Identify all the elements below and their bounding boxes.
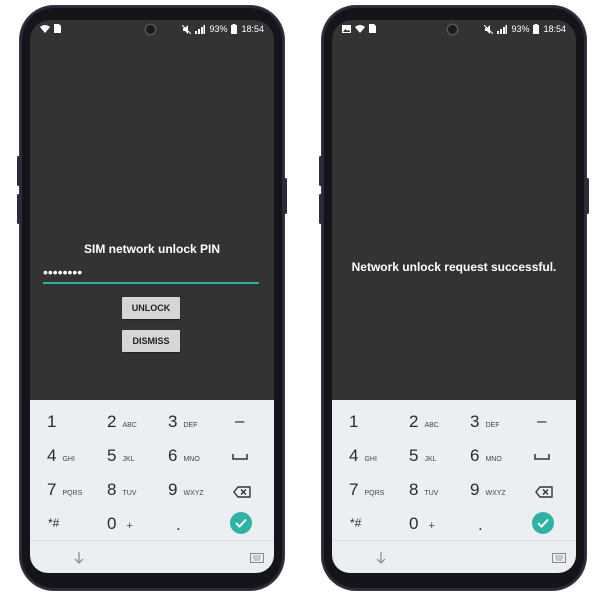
image-icon [342,24,351,33]
status-bar: 93% 18:54 [30,20,274,40]
key-7[interactable]: 7 PQRS [47,480,82,500]
volume-down-button [319,194,322,224]
mute-icon [182,24,192,34]
unlock-button[interactable]: UNLOCK [122,297,180,319]
key-2[interactable]: 2 ABC [409,412,439,432]
navigation-bar [332,540,576,573]
key-3[interactable]: 3 DEF [470,412,499,432]
key-backspace[interactable] [233,486,251,498]
status-bar: 93% 18:54 [332,20,576,40]
pin-input[interactable]: •••••••• [43,264,259,284]
volume-up-button [319,156,322,186]
done-button[interactable] [230,512,252,534]
key-space[interactable] [534,454,550,460]
clock: 18:54 [241,24,264,34]
dialog-title: SIM network unlock PIN [83,242,221,256]
check-icon [537,518,549,528]
done-button[interactable] [532,512,554,534]
sim-icon [54,24,61,33]
numeric-keypad: 1 2 ABC 3 DEF – 4 GHI 5 JKL 6 MNO 7 PQRS 8 TUV … [30,400,274,540]
key-space[interactable] [232,454,248,460]
key-7[interactable]: 7 PQRS [349,480,384,500]
wifi-icon [355,24,365,33]
success-message: Network unlock request successful. [351,260,557,274]
signal-icon [497,24,508,34]
sim-icon [369,24,376,33]
key-0[interactable]: 0 + [409,514,435,534]
battery-percent: 93% [209,24,228,34]
key-2[interactable]: 2 ABC [107,412,137,432]
battery-icon [231,24,238,34]
front-camera [448,25,457,34]
phone-left: 93% 18:54 SIM network unlock PIN •••••••… [17,6,287,590]
power-button [284,178,287,214]
key-4[interactable]: 4 GHI [349,446,377,466]
down-arrow-icon[interactable] [74,552,84,564]
key-9[interactable]: 9 WXYZ [470,480,506,500]
key-1[interactable]: 1 [47,412,56,432]
battery-percent: 93% [511,24,530,34]
screen-left: 93% 18:54 SIM network unlock PIN •••••••… [30,20,274,573]
backspace-icon [233,486,251,498]
key-0[interactable]: 0 + [107,514,133,534]
key-6[interactable]: 6 MNO [470,446,502,466]
key-5[interactable]: 5 JKL [409,446,437,466]
battery-icon [533,24,540,34]
backspace-icon [535,486,553,498]
space-icon [534,454,550,460]
wifi-icon [40,24,50,33]
down-arrow-icon[interactable] [376,552,386,564]
space-icon [232,454,248,460]
mute-icon [484,24,494,34]
phone-right: 93% 18:54 Network unlock request success… [319,6,589,590]
key-5[interactable]: 5 JKL [107,446,135,466]
key-dot[interactable]: . [176,515,181,535]
numeric-keypad: 1 2 ABC 3 DEF – 4 GHI 5 JKL 6 MNO 7 PQRS 8 TUV … [332,400,576,540]
key-star-hash[interactable]: *# [350,516,361,530]
key-1[interactable]: 1 [349,412,358,432]
volume-up-button [17,156,20,186]
front-camera [146,25,155,34]
key-3[interactable]: 3 DEF [168,412,197,432]
key-star-hash[interactable]: *# [48,516,59,530]
key-8[interactable]: 8 TUV [107,480,136,500]
key-9[interactable]: 9 WXYZ [168,480,204,500]
clock: 18:54 [543,24,566,34]
keyboard-icon[interactable] [552,553,566,563]
signal-icon [195,24,206,34]
check-icon [235,518,247,528]
dismiss-button[interactable]: DISMISS [122,330,180,352]
key-minus[interactable]: – [537,411,546,431]
key-dot[interactable]: . [478,515,483,535]
navigation-bar [30,540,274,573]
key-6[interactable]: 6 MNO [168,446,200,466]
keyboard-icon[interactable] [250,553,264,563]
key-8[interactable]: 8 TUV [409,480,438,500]
power-button [586,178,589,214]
key-4[interactable]: 4 GHI [47,446,75,466]
volume-down-button [17,194,20,224]
screen-right: 93% 18:54 Network unlock request success… [332,20,576,573]
key-backspace[interactable] [535,486,553,498]
key-minus[interactable]: – [235,411,244,431]
